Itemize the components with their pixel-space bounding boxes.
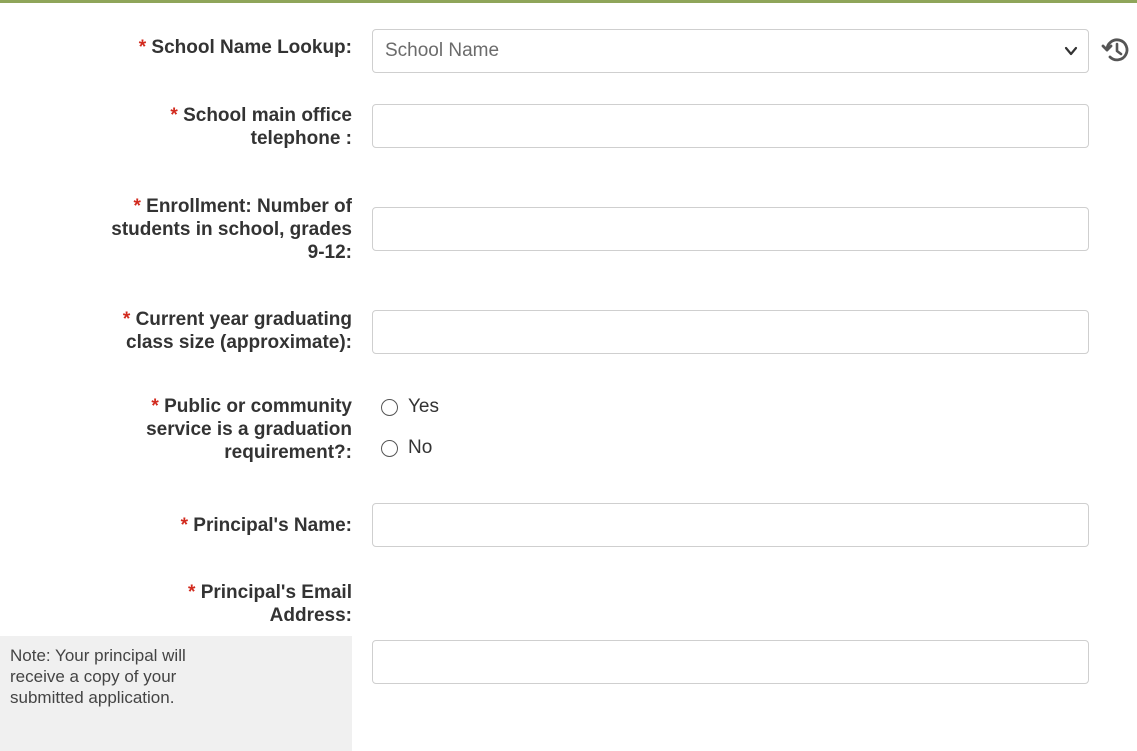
required-marker: * (138, 37, 147, 58)
telephone-label-text-2: telephone : (250, 128, 352, 149)
note-line-1: Note: Your principal will (10, 646, 186, 665)
note-line-2: receive a copy of your (10, 667, 177, 686)
required-marker: * (122, 309, 131, 330)
enrollment-label-text-1: Enrollment: Number of (146, 196, 352, 217)
graduating-label-text-1: Current year graduating (135, 309, 352, 330)
required-marker: * (133, 196, 141, 217)
enrollment-label: * Enrollment: Number of students in scho… (0, 195, 352, 264)
required-marker: * (180, 515, 189, 536)
principal-email-label: * Principal's Email Address: (0, 581, 352, 627)
enrollment-label-text-2: students in school, grades (111, 219, 352, 240)
graduating-label: * Current year graduating class size (ap… (0, 308, 352, 354)
principal-name-label-text: Principal's Name: (193, 515, 352, 536)
telephone-label-line1: * School main office (0, 104, 352, 127)
telephone-label-text-1: School main office (183, 105, 352, 126)
principal-email-note: Note: Your principal will receive a copy… (0, 636, 352, 751)
required-marker: * (151, 396, 159, 417)
school-name-placeholder: School Name (385, 40, 500, 61)
service-label-line1: * Public or community (0, 395, 352, 418)
radio-label-no: No (408, 437, 433, 458)
graduating-label-text-2: class size (approximate): (126, 332, 352, 353)
graduating-label-line1: * Current year graduating (0, 308, 352, 331)
radio-button-yes[interactable] (381, 398, 398, 416)
telephone-label: * School main office telephone : (0, 104, 352, 150)
chevron-down-icon (1064, 46, 1078, 56)
top-accent-line (0, 0, 1137, 3)
principal-name-input[interactable] (372, 503, 1089, 547)
telephone-input[interactable] (372, 104, 1089, 148)
required-marker: * (188, 582, 196, 603)
radio-button-no[interactable] (381, 439, 398, 457)
service-label-text-2: service is a graduation (146, 419, 352, 440)
school-lookup-label-text: School Name Lookup: (151, 37, 352, 58)
principal-email-label-text-2: Address: (269, 605, 352, 626)
school-lookup-label: * School Name Lookup: (0, 36, 352, 59)
radio-option-yes[interactable]: Yes (381, 393, 439, 421)
principal-email-input[interactable] (372, 640, 1089, 684)
required-marker: * (170, 105, 178, 126)
graduating-class-input[interactable] (372, 310, 1089, 354)
principal-email-label-text-1: Principal's Email (200, 582, 352, 603)
enrollment-label-line1: * Enrollment: Number of (0, 195, 352, 218)
radio-option-no[interactable]: No (381, 434, 432, 462)
service-label-text-1: Public or community (164, 396, 352, 417)
principal-email-label-line1: * Principal's Email (0, 581, 352, 604)
radio-label-yes: Yes (408, 396, 439, 417)
enrollment-input[interactable] (372, 207, 1089, 251)
school-name-select[interactable]: School Name (372, 29, 1089, 73)
enrollment-label-text-3: 9-12: (307, 242, 352, 263)
service-requirement-label: * Public or community service is a gradu… (0, 395, 352, 464)
history-icon[interactable] (1100, 33, 1134, 67)
service-label-text-3: requirement?: (224, 442, 352, 463)
note-line-3: submitted application. (10, 688, 175, 707)
principal-name-label: * Principal's Name: (0, 514, 352, 537)
